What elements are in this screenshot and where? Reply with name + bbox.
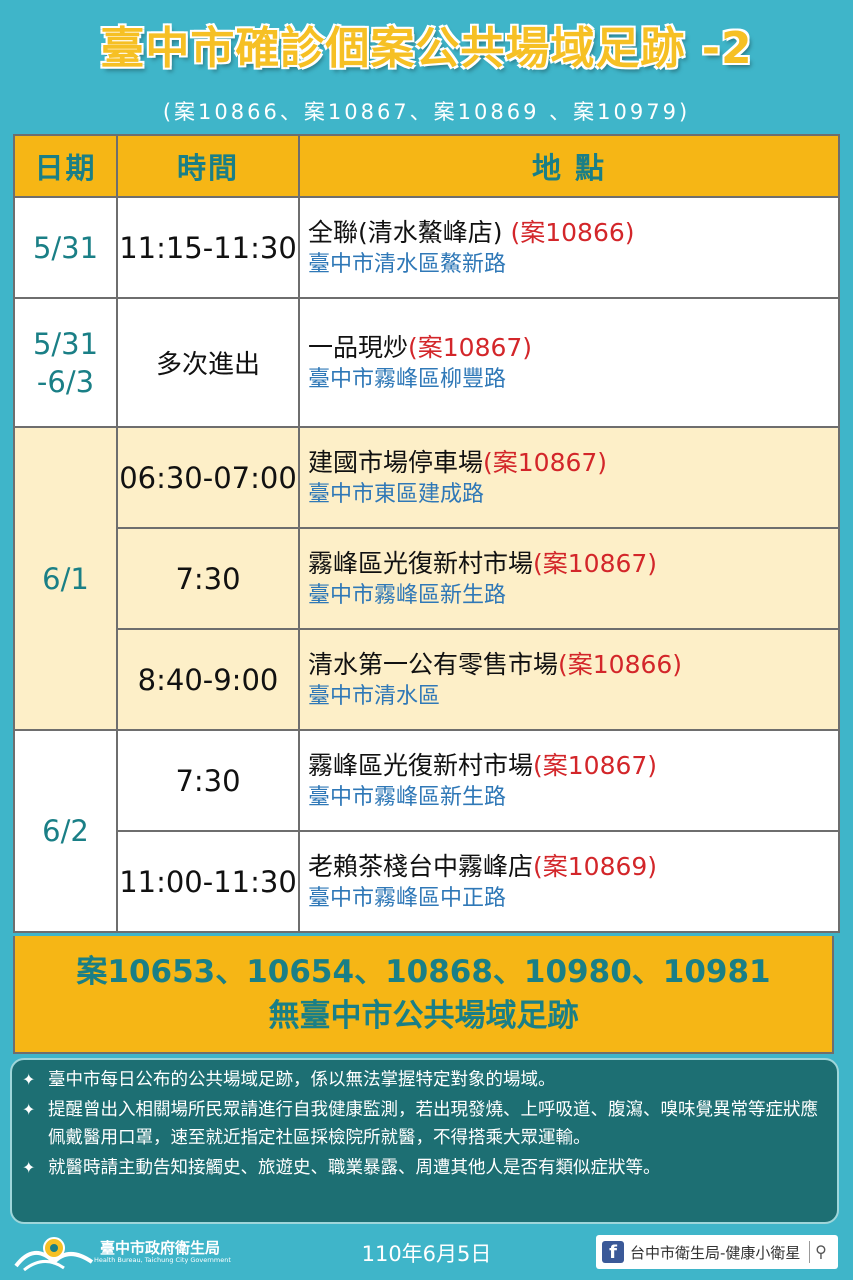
note-item: ✦ 臺中市每日公布的公共場域足跡，係以無法掌握特定對象的場域。 [22,1066,827,1094]
time-cell: 11:00-11:30 [116,830,300,933]
note-text: 就醫時請主動告知接觸史、旅遊史、職業暴露、周遭其他人是否有類似症狀等。 [48,1158,661,1178]
search-icon[interactable]: ⚲ [809,1241,832,1263]
footprint-table: 日期 時間 地 點 5/31 11:15-11:30 全聯(清水鰲峰店) (案1… [13,134,840,933]
time-cell: 11:15-11:30 [116,196,300,299]
place-address: 臺中市霧峰區新生路 [308,784,507,810]
notice-message: 無臺中市公共場域足跡 [268,998,579,1034]
facebook-icon: f [602,1241,624,1263]
page-title: 臺中市確診個案公共場域足跡 -2 [100,23,753,74]
case-number: (案10866) [558,649,683,679]
place-cell: 建國市場停車場(案10867) 臺中市東區建成路 [298,426,840,529]
table-row: 5/31 -6/3 多次進出 一品現炒(案10867) 臺中市霧峰區柳豐路 [13,297,840,428]
case-list-subtitle: (案10866、案10867、案10869 、案10979) [162,100,691,124]
place-address: 臺中市霧峰區中正路 [308,885,507,911]
case-number: (案10867) [533,750,658,780]
sparkle-icon: ✦ [22,1100,36,1119]
place-cell: 霧峰區光復新村市場(案10867) 臺中市霧峰區新生路 [298,527,840,630]
notes-panel: ✦ 臺中市每日公布的公共場域足跡，係以無法掌握特定對象的場域。 ✦ 提醒曾出入相… [10,1058,839,1224]
time-cell: 多次進出 [116,297,300,428]
table-row: 11:00-11:30 老賴茶棧台中霧峰店(案10869) 臺中市霧峰區中正路 [14,830,840,933]
table-row: 8:40-9:00 清水第一公有零售市場(案10866) 臺中市清水區 [14,628,840,731]
case-number: (案10867) [533,548,658,578]
date-cell: 5/31 -6/3 [13,297,118,428]
place-cell: 清水第一公有零售市場(案10866) 臺中市清水區 [298,628,840,731]
case-number: (案10866) [510,217,635,247]
case-number: (案10867) [408,332,533,362]
sparkle-icon: ✦ [22,1070,36,1089]
table-header-row: 日期 時間 地 點 [13,134,840,198]
place-name: 全聯(清水鰲峰店) [308,217,511,247]
table-row: 6/1 06:30-07:00 建國市場停車場(案10867) 臺中市東區建成路 [13,426,840,731]
place-address: 臺中市霧峰區新生路 [308,582,507,608]
time-cell: 7:30 [116,729,300,832]
date-cell: 6/2 [13,729,118,933]
place-cell: 全聯(清水鰲峰店) (案10866) 臺中市清水區鰲新路 [298,196,840,299]
sparkle-icon: ✦ [22,1158,36,1177]
place-name: 霧峰區光復新村市場 [308,750,534,780]
header-time: 時間 [116,134,300,198]
date-cell: 6/1 [13,426,118,731]
note-text: 臺中市每日公布的公共場域足跡，係以無法掌握特定對象的場域。 [48,1070,556,1090]
time-cell: 8:40-9:00 [116,628,300,731]
place-cell: 一品現炒(案10867) 臺中市霧峰區柳豐路 [298,297,840,428]
case-number: (案10869) [533,851,658,881]
no-footprint-notice: 案10653、10654、10868、10980、10981 無臺中市公共場域足… [13,936,834,1054]
place-name: 清水第一公有零售市場 [308,649,559,679]
note-text: 提醒曾出入相關場所民眾請進行自我健康監測，若出現發燒、上呼吸道、腹瀉、嗅味覺異常… [48,1100,818,1148]
place-address: 臺中市霧峰區柳豐路 [308,366,507,392]
note-item: ✦ 提醒曾出入相關場所民眾請進行自我健康監測，若出現發燒、上呼吸道、腹瀉、嗅味覺… [22,1096,827,1152]
facebook-search-box[interactable]: f 台中市衛生局-健康小衛星 ⚲ [596,1235,838,1269]
place-cell: 老賴茶棧台中霧峰店(案10869) 臺中市霧峰區中正路 [298,830,840,933]
place-name: 一品現炒 [308,332,409,362]
place-name: 霧峰區光復新村市場 [308,548,534,578]
header-date: 日期 [13,134,118,198]
table-row: 7:30 霧峰區光復新村市場(案10867) 臺中市霧峰區新生路 [14,527,840,630]
place-address: 臺中市清水區 [308,683,441,709]
place-name: 建國市場停車場 [308,447,484,477]
place-name: 老賴茶棧台中霧峰店 [308,851,534,881]
table-row: 6/2 7:30 霧峰區光復新村市場(案10867) 臺中市霧峰區新生路 [13,729,840,933]
place-address: 臺中市清水區鰲新路 [308,251,507,277]
notice-case-list: 案10653、10654、10868、10980、10981 [76,954,771,990]
table-row: 5/31 11:15-11:30 全聯(清水鰲峰店) (案10866) 臺中市清… [13,196,840,299]
facebook-page-name: 台中市衛生局-健康小衛星 [630,1243,801,1262]
time-cell: 06:30-07:00 [116,426,300,529]
time-cell: 7:30 [116,527,300,630]
note-item: ✦ 就醫時請主動告知接觸史、旅遊史、職業暴露、周遭其他人是否有類似症狀等。 [22,1154,827,1182]
place-cell: 霧峰區光復新村市場(案10867) 臺中市霧峰區新生路 [298,729,840,832]
header-place: 地 點 [298,134,840,198]
date-cell: 5/31 [13,196,118,299]
case-number: (案10867) [483,447,608,477]
place-address: 臺中市東區建成路 [308,481,485,507]
